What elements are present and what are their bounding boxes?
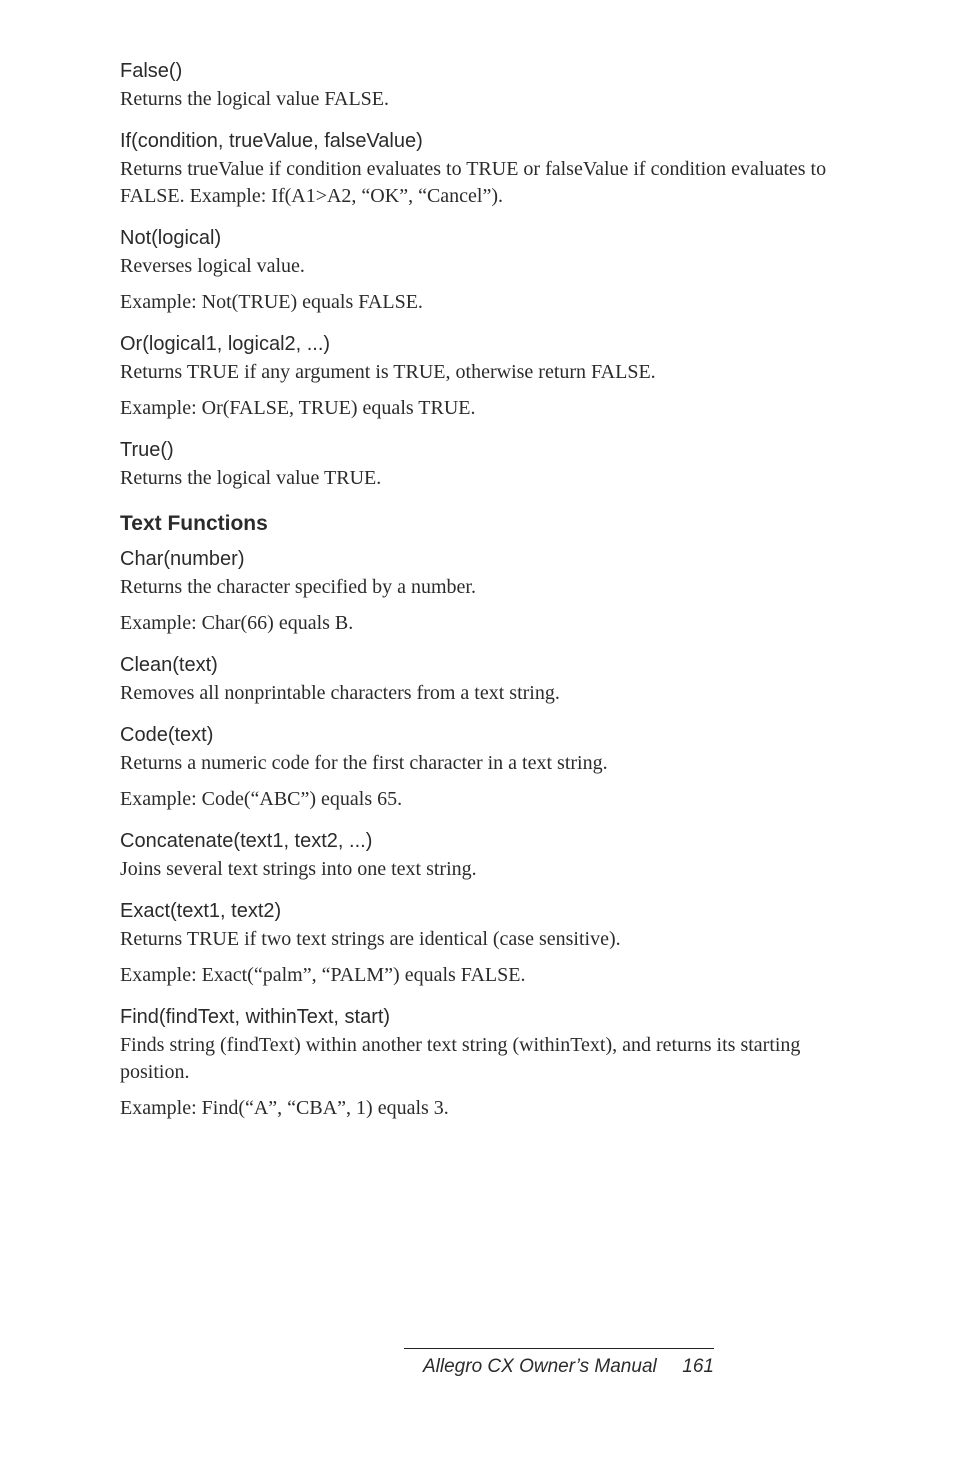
func-body: Joins several text strings into one text… — [120, 856, 834, 883]
func-body: Finds string (findText) within another t… — [120, 1032, 834, 1086]
func-entry-find: Find(findText, withinText, start) Finds … — [120, 1004, 834, 1122]
func-heading: True() — [120, 437, 834, 464]
func-body: Reverses logical value. — [120, 253, 834, 280]
func-heading: Char(number) — [120, 546, 834, 573]
func-entry-if: If(condition, trueValue, falseValue) Ret… — [120, 128, 834, 210]
func-example: Example: Char(66) equals B. — [120, 610, 834, 637]
func-body: Returns trueValue if condition evaluates… — [120, 156, 834, 210]
func-entry-true: True() Returns the logical value TRUE. — [120, 437, 834, 492]
func-body: Returns TRUE if two text strings are ide… — [120, 926, 834, 953]
func-heading: Code(text) — [120, 722, 834, 749]
func-body: Returns the character specified by a num… — [120, 574, 834, 601]
func-entry-false: False() Returns the logical value FALSE. — [120, 58, 834, 113]
func-entry-exact: Exact(text1, text2) Returns TRUE if two … — [120, 898, 834, 989]
footer-page-number: 161 — [682, 1356, 714, 1377]
page-footer: Allegro CX Owner’s Manual 161 — [404, 1348, 714, 1380]
func-example: Example: Find(“A”, “CBA”, 1) equals 3. — [120, 1095, 834, 1122]
footer-rule — [404, 1348, 714, 1349]
func-entry-char: Char(number) Returns the character speci… — [120, 546, 834, 637]
func-heading: Not(logical) — [120, 225, 834, 252]
func-heading: False() — [120, 58, 834, 85]
func-heading: Concatenate(text1, text2, ...) — [120, 828, 834, 855]
func-example: Example: Code(“ABC”) equals 65. — [120, 786, 834, 813]
func-heading: If(condition, trueValue, falseValue) — [120, 128, 834, 155]
func-entry-concatenate: Concatenate(text1, text2, ...) Joins sev… — [120, 828, 834, 883]
func-heading: Or(logical1, logical2, ...) — [120, 331, 834, 358]
func-body: Removes all nonprintable characters from… — [120, 680, 834, 707]
func-body: Returns the logical value FALSE. — [120, 86, 834, 113]
section-heading-text-functions: Text Functions — [120, 510, 834, 538]
func-entry-or: Or(logical1, logical2, ...) Returns TRUE… — [120, 331, 834, 422]
func-example: Example: Not(TRUE) equals FALSE. — [120, 289, 834, 316]
func-example: Example: Exact(“palm”, “PALM”) equals FA… — [120, 962, 834, 989]
func-heading: Exact(text1, text2) — [120, 898, 834, 925]
func-body: Returns TRUE if any argument is TRUE, ot… — [120, 359, 834, 386]
func-example: Example: Or(FALSE, TRUE) equals TRUE. — [120, 395, 834, 422]
func-entry-not: Not(logical) Reverses logical value. Exa… — [120, 225, 834, 316]
func-entry-code: Code(text) Returns a numeric code for th… — [120, 722, 834, 813]
func-heading: Find(findText, withinText, start) — [120, 1004, 834, 1031]
func-body: Returns a numeric code for the first cha… — [120, 750, 834, 777]
func-entry-clean: Clean(text) Removes all nonprintable cha… — [120, 652, 834, 707]
footer-title: Allegro CX Owner’s Manual — [423, 1356, 657, 1377]
func-heading: Clean(text) — [120, 652, 834, 679]
func-body: Returns the logical value TRUE. — [120, 465, 834, 492]
